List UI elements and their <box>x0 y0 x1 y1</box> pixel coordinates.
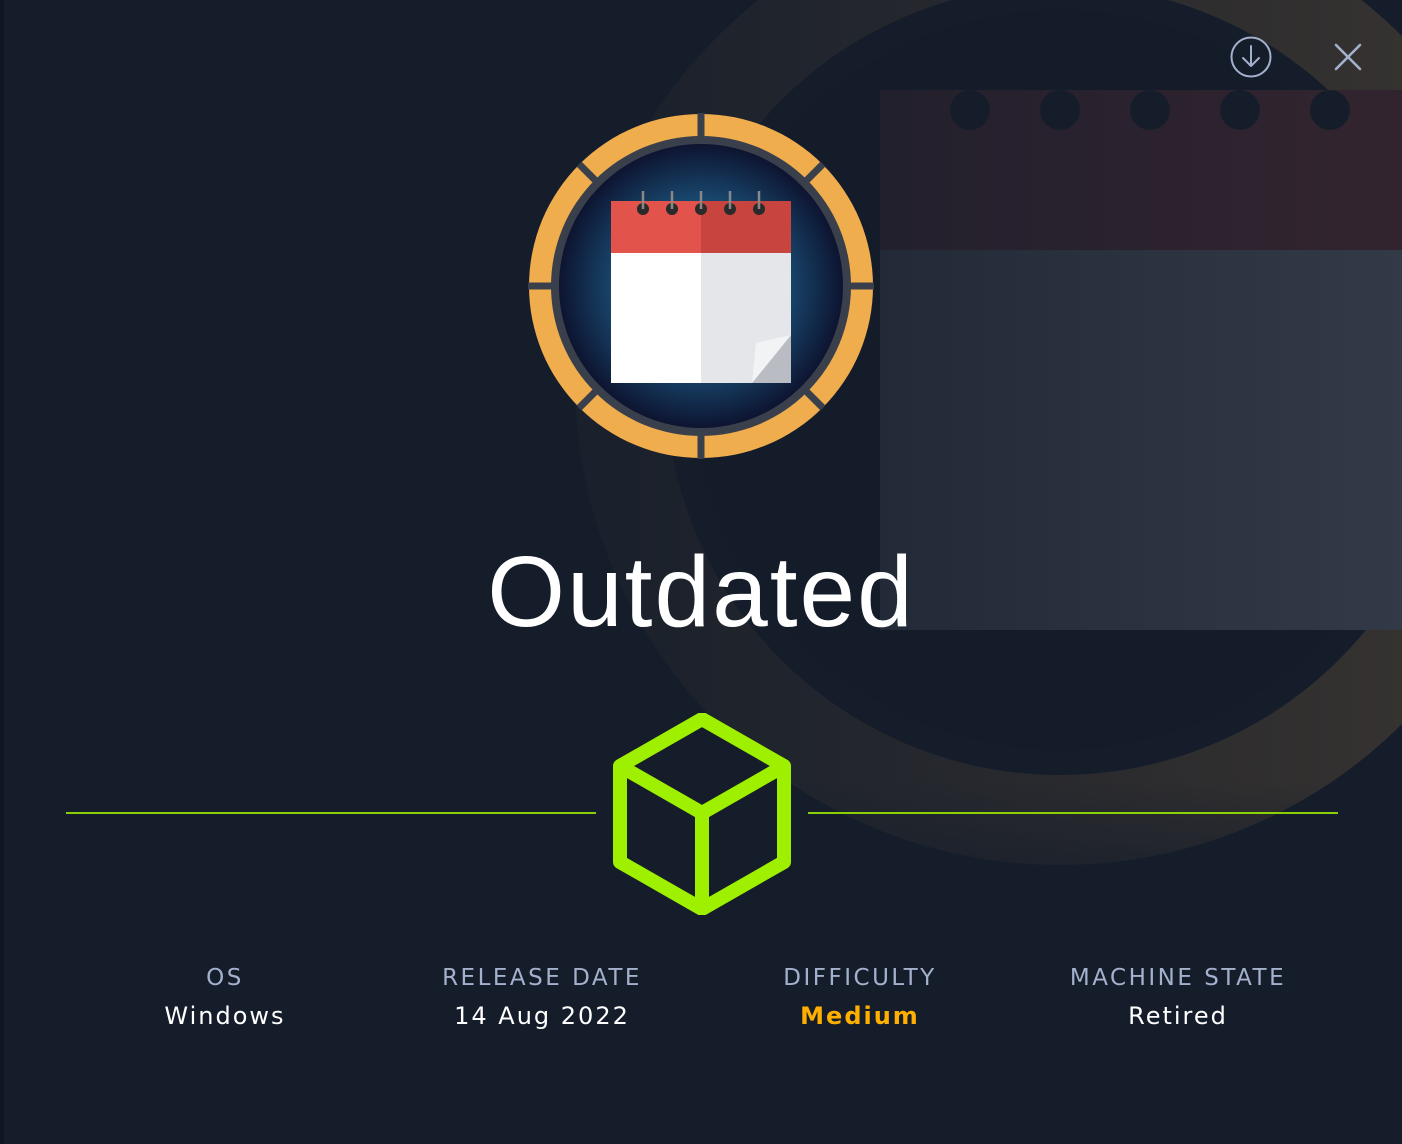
stat-label-release-date: RELEASE DATE <box>442 965 642 991</box>
stat-label-os: OS <box>206 965 244 991</box>
divider-right <box>808 812 1338 814</box>
machine-title: Outdated <box>487 536 915 648</box>
machine-badge <box>528 113 874 459</box>
download-icon <box>1230 36 1272 78</box>
stat-label-difficulty: DIFFICULTY <box>783 965 937 991</box>
close-icon <box>1334 43 1362 71</box>
stat-label-machine-state: MACHINE STATE <box>1069 965 1287 991</box>
divider-left <box>66 812 596 814</box>
stat-value-difficulty: Medium <box>800 1002 920 1030</box>
download-button[interactable] <box>1228 34 1274 80</box>
machine-stats: OS Windows RELEASE DATE 14 Aug 2022 DIFF… <box>0 962 1402 1052</box>
stat-release-date: RELEASE DATE 14 Aug 2022 <box>392 962 692 1032</box>
stat-os: OS Windows <box>75 962 375 1032</box>
machine-card-modal: Outdated OS Windows RELEASE DATE 14 Aug … <box>0 0 1402 1144</box>
close-button[interactable] <box>1325 34 1371 80</box>
stat-value-machine-state: Retired <box>1128 1002 1228 1030</box>
calendar-icon <box>611 191 791 383</box>
stat-value-release-date: 14 Aug 2022 <box>454 1002 630 1030</box>
stat-value-os: Windows <box>164 1002 286 1030</box>
stat-machine-state: MACHINE STATE Retired <box>1028 962 1328 1032</box>
stat-difficulty: DIFFICULTY Medium <box>710 962 1010 1032</box>
cube-icon <box>613 713 791 915</box>
